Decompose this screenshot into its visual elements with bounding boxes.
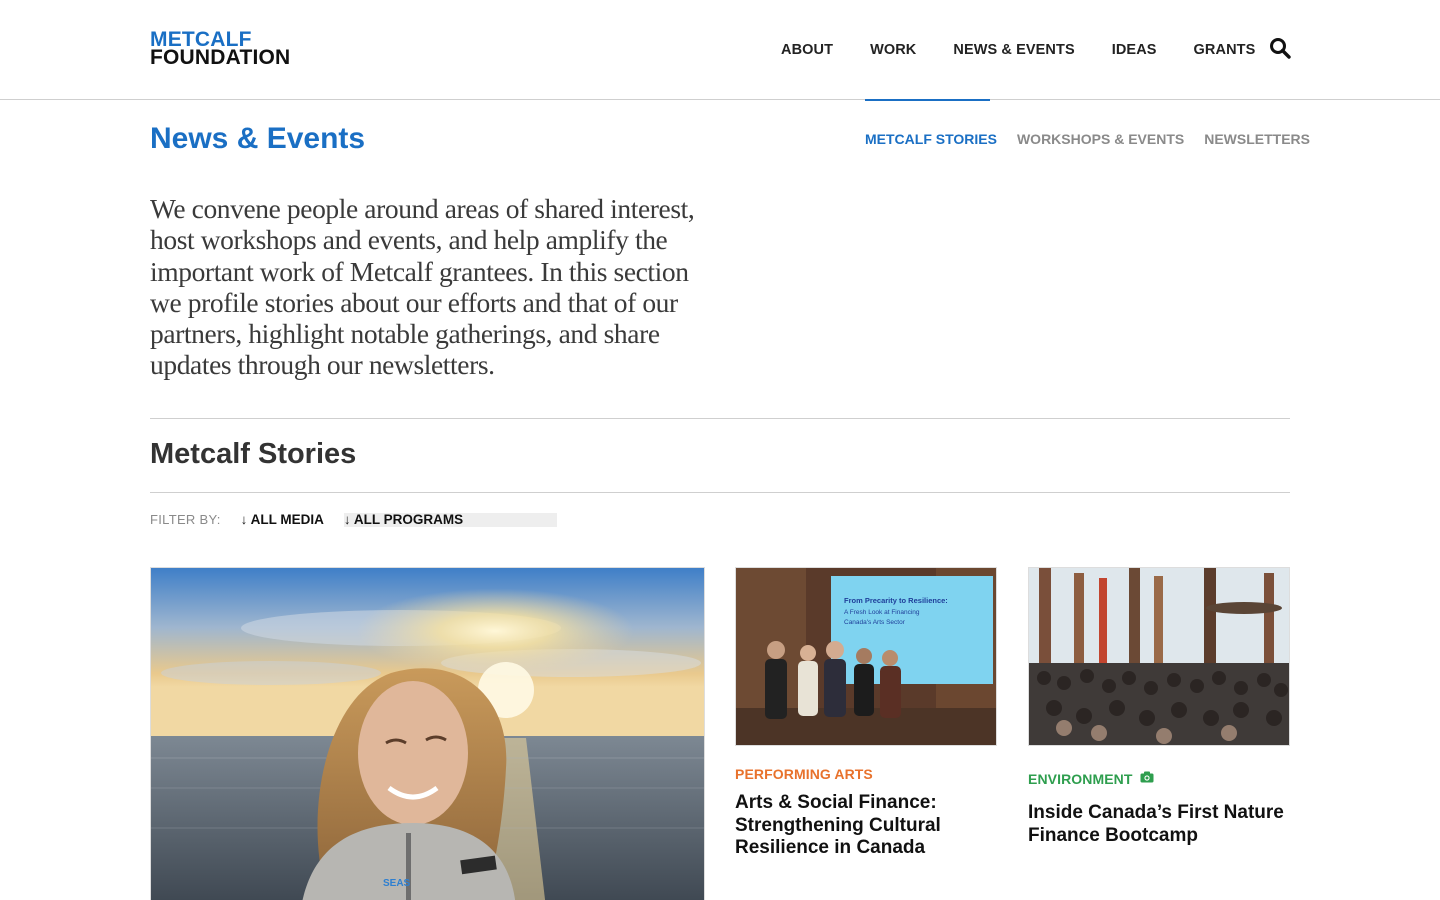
active-subnav-indicator xyxy=(865,99,990,101)
svg-text:Canada's Arts Sector: Canada's Arts Sector xyxy=(844,619,906,626)
filter-media-dropdown[interactable]: ↓ ALL MEDIA xyxy=(241,512,324,527)
card-category-environment[interactable]: ENVIRONMENT xyxy=(1028,771,1133,787)
nav-work[interactable]: WORK xyxy=(870,42,916,58)
svg-text:SEAS: SEAS xyxy=(383,878,411,889)
nav-news-events[interactable]: NEWS & EVENTS xyxy=(953,42,1074,58)
subnav-newsletters[interactable]: NEWSLETTERS xyxy=(1204,131,1310,147)
event-group-photo: From Precarity to Resilience: A Fresh Lo… xyxy=(736,568,996,745)
search-icon[interactable] xyxy=(1269,37,1291,59)
main-nav: ABOUT WORK NEWS & EVENTS IDEAS GRANTS xyxy=(781,42,1292,58)
filter-programs-dropdown[interactable]: ↓ ALL PROGRAMS xyxy=(343,512,557,527)
nav-grants[interactable]: GRANTS xyxy=(1194,42,1256,58)
logo-line2: FOUNDATION xyxy=(150,46,291,69)
nav-ideas[interactable]: IDEAS xyxy=(1112,42,1157,58)
section-title: Metcalf Stories xyxy=(150,438,357,470)
card-title-arts-social-finance[interactable]: Arts & Social Finance: Strengthening Cul… xyxy=(735,792,985,860)
subnav-metcalf-stories[interactable]: METCALF STORIES xyxy=(865,131,997,147)
story-card-image[interactable]: From Precarity to Resilience: A Fresh Lo… xyxy=(735,567,997,746)
conference-audience-photo xyxy=(1029,568,1289,745)
subnav-workshops-events[interactable]: WORKSHOPS & EVENTS xyxy=(1017,131,1184,147)
svg-text:From Precarity to Resilience:: From Precarity to Resilience: xyxy=(844,596,948,605)
sunset-portrait-photo: SEAS xyxy=(151,568,704,900)
card-title-nature-finance-bootcamp[interactable]: Inside Canada’s First Nature Finance Boo… xyxy=(1028,802,1290,847)
nav-about[interactable]: ABOUT xyxy=(781,42,833,58)
story-card-image[interactable] xyxy=(1028,567,1290,746)
featured-story-image[interactable]: SEAS xyxy=(150,567,705,900)
divider xyxy=(150,418,1290,419)
card-category-performing-arts[interactable]: PERFORMING ARTS xyxy=(735,766,873,782)
page-title: News & Events xyxy=(150,122,366,155)
site-header: METCALF FOUNDATION ABOUT WORK NEWS & EVE… xyxy=(0,0,1440,100)
svg-text:A Fresh Look at Financing: A Fresh Look at Financing xyxy=(844,609,920,616)
camera-icon xyxy=(1140,771,1154,783)
section-subnav: METCALF STORIES WORKSHOPS & EVENTS NEWSL… xyxy=(865,131,1310,147)
divider xyxy=(150,492,1290,493)
intro-paragraph: We convene people around areas of shared… xyxy=(150,193,695,381)
filter-label: FILTER BY: xyxy=(150,512,221,527)
filter-bar: FILTER BY: ↓ ALL MEDIA ↓ ALL PROGRAMS xyxy=(150,512,557,527)
site-logo[interactable]: METCALF FOUNDATION xyxy=(150,29,291,69)
